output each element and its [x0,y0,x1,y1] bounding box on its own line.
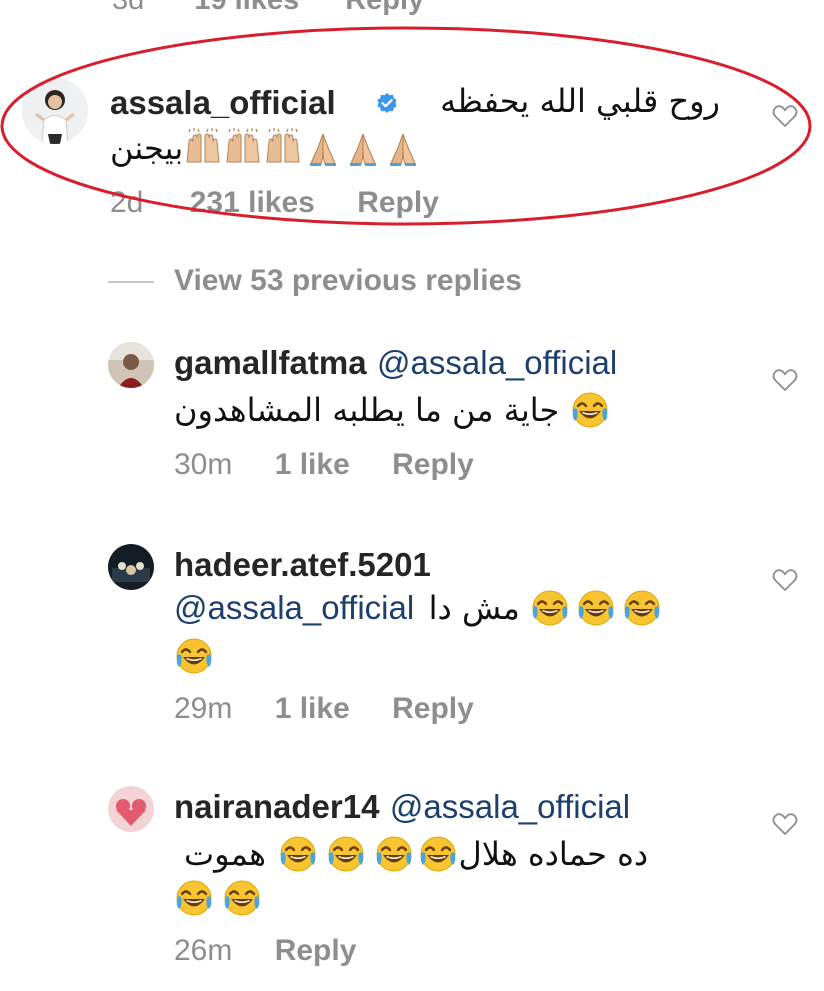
reply-time: 29m [174,692,233,725]
prev-likes-link[interactable]: 19 likes [194,0,299,16]
tears-of-joy-emoji [374,834,414,874]
reply-header-line: nairanader14 @assala_official [174,788,630,826]
reply-text: جاية من ما يطلبه المشاهدون [174,391,560,429]
folded-hands-emoji [343,128,383,168]
reply-text-line: جاية من ما يطلبه المشاهدون [174,390,610,430]
reply-button[interactable]: Reply [392,692,474,725]
tears-of-joy-emoji [278,834,318,874]
prev-time: 3d [112,0,145,16]
reply-text-line: ده حماده هلال هموت [174,834,648,874]
reply-button[interactable]: Reply [275,934,357,967]
verified-badge-icon [376,92,398,114]
comment-time: 2d [110,186,144,219]
reply-meta: 30m 1 like Reply [174,448,474,482]
raising-hands-emoji [223,128,263,168]
username[interactable]: assala_official [110,84,336,122]
comment-text-word: بيجنن [110,129,184,167]
reply-header-line: hadeer.atef.5201 [174,546,431,584]
reply-text-line2 [174,878,262,918]
reply-button[interactable]: Reply [357,186,439,219]
heart-outline-icon[interactable] [772,812,798,836]
view-previous-replies-button[interactable]: View 53 previous replies [174,264,522,298]
view-previous-label: View 53 previous replies [174,264,522,297]
avatar[interactable] [108,786,154,832]
reply-text: مش دا [428,589,520,627]
likes-link[interactable]: 231 likes [190,186,315,219]
avatar[interactable] [22,78,88,144]
likes-link[interactable]: 1 like [275,448,350,481]
username[interactable]: hadeer.atef.5201 [174,546,431,583]
username[interactable]: nairanader14 [174,788,379,825]
heart-outline-icon[interactable] [772,368,798,392]
tears-of-joy-emoji [622,588,662,628]
comment-header-line: assala_official روح قلبي الله يحفظه [110,82,720,124]
tears-of-joy-emoji [326,834,366,874]
reply-time: 30m [174,448,233,481]
reply-text-line: @assala_official مش دا [174,588,662,628]
tears-of-joy-emoji [570,390,610,430]
heart-outline-icon[interactable] [772,568,798,592]
reply-meta: 26m Reply [174,934,356,968]
folded-hands-emoji [303,128,343,168]
raising-hands-emoji [263,128,303,168]
reply-header-line: gamallfatma @assala_official [174,344,617,382]
avatar[interactable] [108,342,154,388]
reply-time: 26m [174,934,233,967]
reply-text: ده حماده هلال [458,835,649,873]
folded-hands-emoji [383,128,423,168]
comment-text-line2: بيجنن [110,128,423,172]
tears-of-joy-emoji [174,878,214,918]
mention-link[interactable]: @assala_official [174,589,414,626]
mention-link[interactable]: @assala_official [377,344,617,381]
tears-of-joy-emoji [222,878,262,918]
comment-text-line1: روح قلبي الله يحفظه [440,82,720,120]
tears-of-joy-emoji [530,588,570,628]
raising-hands-emoji [183,128,223,168]
comment-meta: 2d 231 likes Reply [110,186,439,220]
heart-outline-icon[interactable] [772,104,798,128]
reply-text-line2 [174,636,214,676]
likes-link[interactable]: 1 like [275,692,350,725]
username[interactable]: gamallfatma [174,344,367,381]
reply-meta: 29m 1 like Reply [174,692,474,726]
tears-of-joy-emoji [576,588,616,628]
avatar[interactable] [108,544,154,590]
tears-of-joy-emoji [418,834,458,874]
reply-button[interactable]: Reply [392,448,474,481]
prev-comment-meta: 3d 19 likes Reply [112,0,424,17]
tears-of-joy-emoji [174,636,214,676]
view-replies-divider [108,281,154,283]
prev-reply-button[interactable]: Reply [345,0,424,16]
reply-text-word: هموت [184,835,267,873]
mention-link[interactable]: @assala_official [390,788,630,825]
